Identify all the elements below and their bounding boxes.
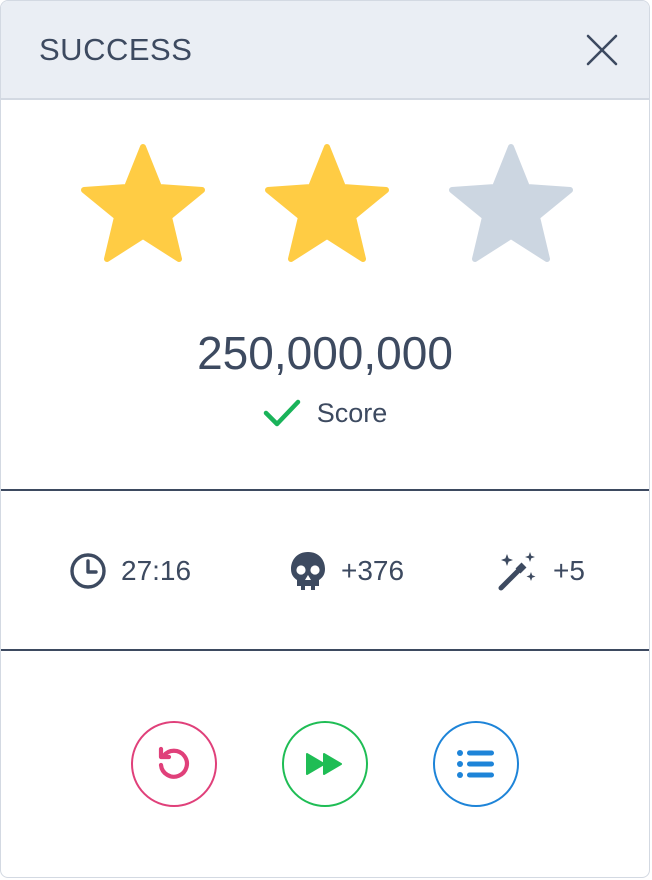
stat-time-value: 27:16 xyxy=(121,555,192,586)
retry-button[interactable] xyxy=(131,721,217,807)
divider xyxy=(1,489,649,491)
star-icon xyxy=(449,144,573,262)
star-icon xyxy=(265,144,389,262)
stats-row: 27:16 +376 +5 xyxy=(1,541,649,601)
skull-icon xyxy=(291,552,325,590)
score-label: Score xyxy=(316,397,388,428)
stat-magic-value: +5 xyxy=(553,555,585,586)
close-icon xyxy=(586,34,618,66)
list-icon xyxy=(457,750,494,778)
results-dialog: SUCCESS 250,000,000 Score 27:16 +376 +5 xyxy=(0,0,650,878)
magic-wand-icon xyxy=(498,552,536,591)
retry-icon xyxy=(158,746,190,779)
dialog-title: SUCCESS xyxy=(39,32,193,67)
level-list-button[interactable] xyxy=(433,721,519,807)
fast-forward-icon xyxy=(306,753,342,775)
check-icon xyxy=(263,399,300,427)
clock-icon xyxy=(70,553,106,589)
stat-kills-value: +376 xyxy=(341,555,405,586)
stat-magic: +5 xyxy=(497,541,585,601)
close-button[interactable] xyxy=(577,25,627,75)
stat-kills: +376 xyxy=(289,541,404,601)
dialog-header: SUCCESS xyxy=(1,1,649,100)
star-rating xyxy=(1,141,649,271)
action-buttons xyxy=(1,721,649,813)
score-status: Score xyxy=(1,393,649,433)
stat-time: 27:16 xyxy=(69,541,191,601)
score-value: 250,000,000 xyxy=(197,327,453,379)
divider xyxy=(1,649,649,651)
star-icon xyxy=(81,144,205,262)
next-level-button[interactable] xyxy=(282,721,368,807)
